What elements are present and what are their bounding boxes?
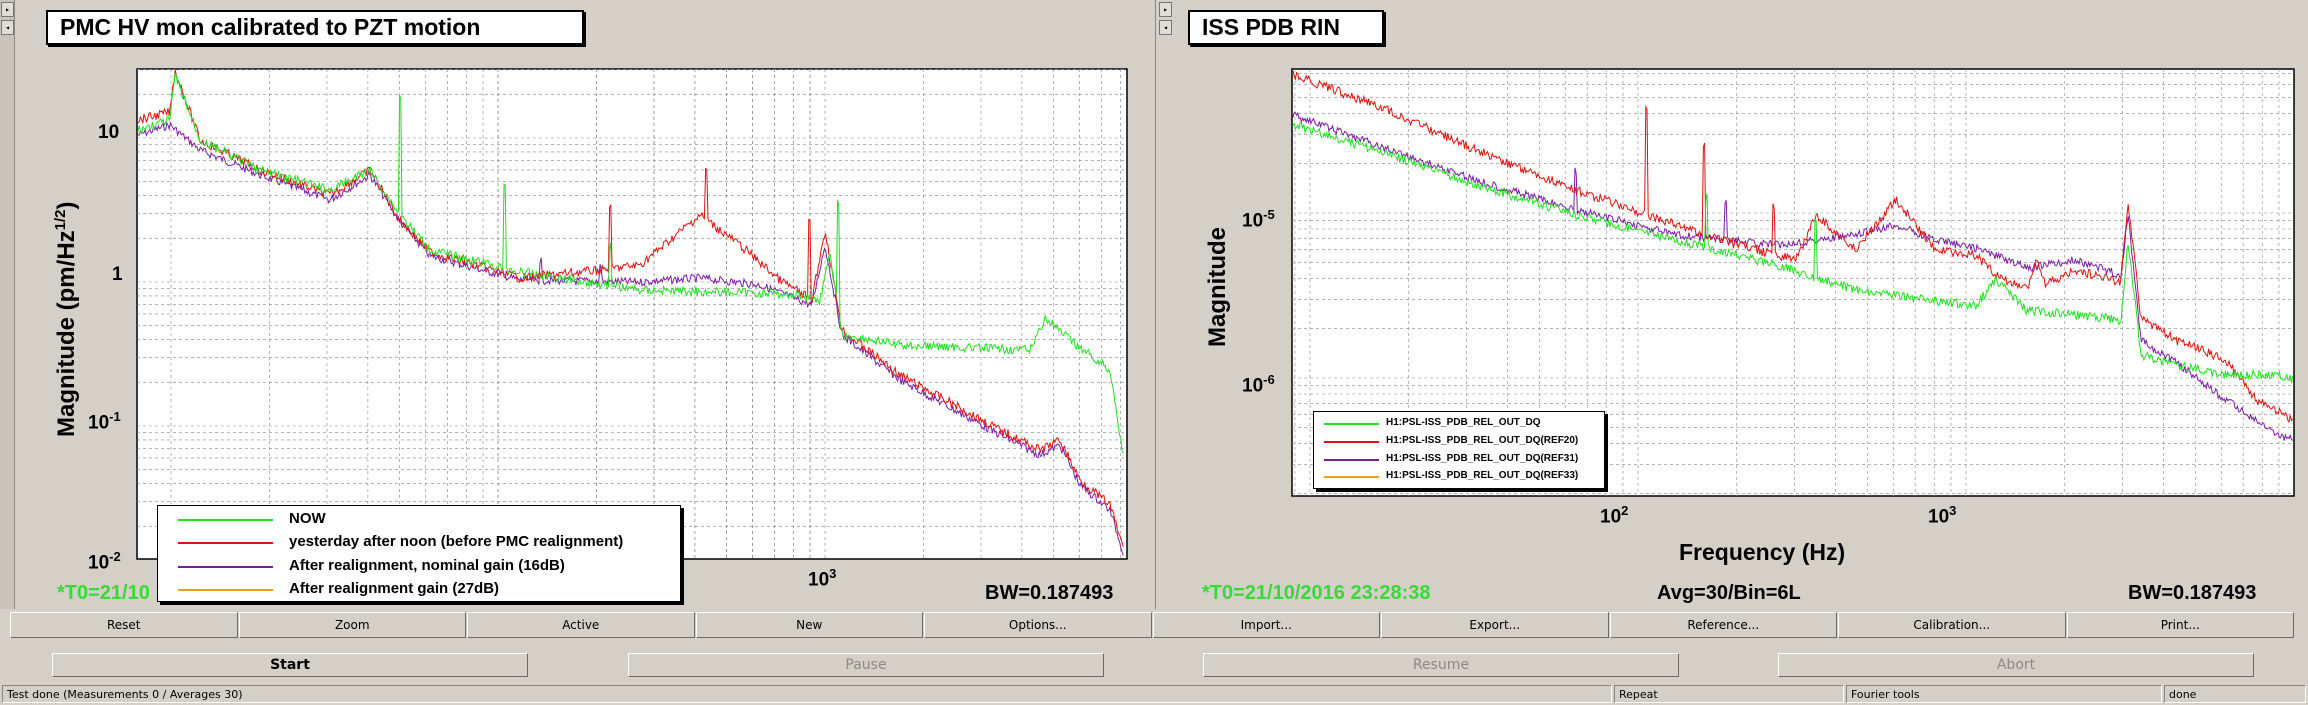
status-bar: Test done (Measurements 0 / Averages 30)…: [0, 683, 2308, 705]
panel-divider: ▸ ◂: [1155, 0, 1176, 609]
status-state: done: [2164, 685, 2306, 703]
legend-swatch: [1324, 459, 1379, 461]
right-bw-label: BW=0.187493: [2128, 582, 2257, 604]
legend-entry: NOW: [158, 509, 680, 531]
right-y-axis-label: Magnitude: [1204, 227, 1231, 347]
legend-entry: After realignment, nominal gain (16dB): [158, 556, 680, 578]
new-button[interactable]: New: [695, 612, 923, 638]
reference-button[interactable]: Reference...: [1609, 612, 1837, 638]
zoom-button[interactable]: Zoom: [238, 612, 466, 638]
abort-button[interactable]: Abort: [1778, 653, 2254, 677]
status-tools: Fourier tools: [1846, 685, 2162, 703]
right-legend: H1:PSL-ISS_PDB_REL_OUT_DQ H1:PSL-ISS_PDB…: [1313, 411, 1605, 489]
right-plot-panel: ISS PDB RIN 10-5 10-6 102 103 Magnitude …: [1176, 0, 2308, 609]
left-ytick-10: 10: [98, 122, 120, 143]
calibration-button[interactable]: Calibration...: [1838, 612, 2066, 638]
left-bw-label: BW=0.187493: [985, 582, 1114, 604]
expand-arrow-icon[interactable]: ▸: [1159, 2, 1172, 17]
left-plot-panel: ▸ ◂ PMC HV mon calibrated to PZT motion …: [0, 0, 1155, 609]
status-message: Test done (Measurements 0 / Averages 30): [2, 685, 1612, 703]
pause-button[interactable]: Pause: [628, 653, 1104, 677]
right-avg-label: Avg=30/Bin=6L: [1657, 582, 1801, 604]
right-x-axis-label: Frequency (Hz): [1679, 539, 1846, 565]
right-xtick-100: 102: [1600, 503, 1629, 528]
right-xtick-1000: 103: [1928, 503, 1957, 528]
status-mode: Repeat: [1614, 685, 1844, 703]
print-button[interactable]: Print...: [2066, 612, 2294, 638]
legend-swatch: [178, 589, 273, 591]
legend-entry: H1:PSL-ISS_PDB_REL_OUT_DQ: [1314, 416, 1604, 433]
legend-swatch: [1324, 423, 1379, 425]
legend-swatch: [1324, 476, 1379, 478]
right-ytick-1e-5: 10-5: [1242, 207, 1275, 232]
left-y-axis-label: Magnitude (pm/Hz1/2): [52, 201, 80, 437]
left-ytick-0.01: 10-2: [88, 549, 121, 574]
left-legend: NOW yesterday after noon (before PMC rea…: [157, 505, 681, 602]
legend-entry: H1:PSL-ISS_PDB_REL_OUT_DQ(REF31): [1314, 452, 1604, 469]
collapse-arrow-icon[interactable]: ◂: [1159, 20, 1172, 35]
plot-toolbar: Reset Zoom Active New Options... Import.…: [10, 612, 2295, 640]
right-plot-canvas[interactable]: [1176, 0, 2308, 609]
reset-button[interactable]: Reset: [10, 612, 238, 638]
right-ytick-1e-6: 10-6: [1242, 372, 1275, 397]
active-button[interactable]: Active: [467, 612, 695, 638]
left-t0-label: *T0=21/10: [57, 582, 150, 604]
left-ytick-0.1: 10-1: [88, 409, 121, 434]
legend-entry: yesterday after noon (before PMC realign…: [158, 532, 680, 554]
options-button[interactable]: Options...: [924, 612, 1152, 638]
legend-entry: After realignment gain (27dB): [158, 579, 680, 601]
legend-entry: H1:PSL-ISS_PDB_REL_OUT_DQ(REF20): [1314, 434, 1604, 451]
left-ytick-1: 1: [112, 264, 123, 285]
legend-entry: H1:PSL-ISS_PDB_REL_OUT_DQ(REF33): [1314, 469, 1604, 486]
legend-swatch: [178, 566, 273, 568]
resume-button[interactable]: Resume: [1203, 653, 1679, 677]
left-xtick-1000: 103: [808, 566, 837, 591]
import-button[interactable]: Import...: [1152, 612, 1380, 638]
legend-swatch: [178, 519, 273, 521]
right-t0-label: *T0=21/10/2016 23:28:38: [1202, 582, 1431, 604]
start-button[interactable]: Start: [52, 653, 528, 677]
export-button[interactable]: Export...: [1381, 612, 1609, 638]
legend-swatch: [1324, 441, 1379, 443]
legend-swatch: [178, 542, 273, 544]
